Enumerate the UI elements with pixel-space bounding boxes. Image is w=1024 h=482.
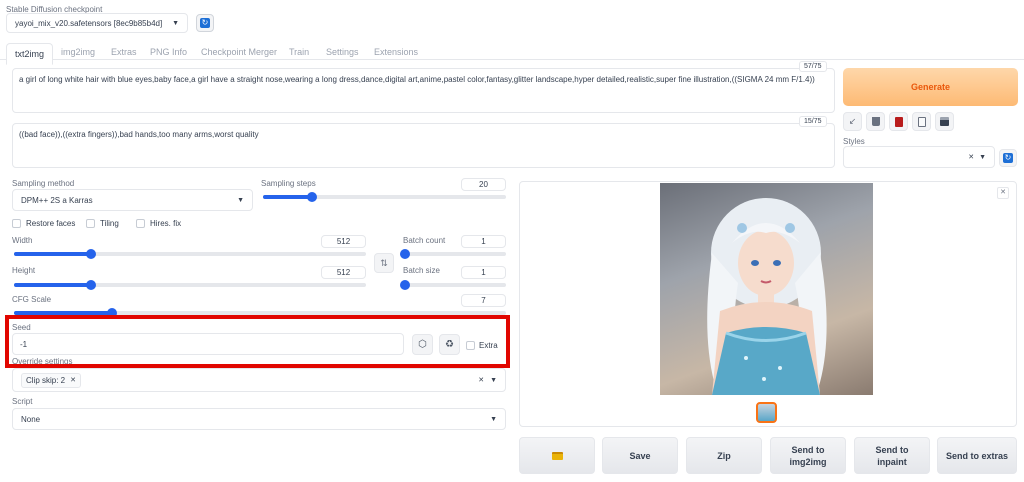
floppy-disk-icon <box>940 117 949 126</box>
override-settings-select[interactable]: Clip skip: 2 ✕ ✕ ▼ <box>12 368 506 392</box>
negative-prompt-text: ((bad face)),((extra fingers)),bad hands… <box>19 130 259 139</box>
batch-count-input[interactable]: 1 <box>461 235 506 248</box>
send-to-img2img-button[interactable]: Send to img2img <box>770 437 846 474</box>
chevron-down-icon: ▼ <box>490 376 497 384</box>
script-label: Script <box>12 397 33 406</box>
slider-thumb[interactable] <box>86 280 97 290</box>
batch-count-label: Batch count <box>403 236 446 245</box>
tab-txt2img[interactable]: txt2img <box>6 43 54 65</box>
swap-icon: ⇅ <box>380 257 388 268</box>
cfg-scale-input[interactable]: 7 <box>461 294 506 307</box>
sampling-steps-label: Sampling steps <box>261 179 316 188</box>
prompt-token-counter: 57/75 <box>799 61 827 72</box>
close-icon[interactable]: ✕ <box>997 187 1009 199</box>
chevron-down-icon: ▼ <box>237 196 244 204</box>
clear-x-icon: ✕ <box>968 154 975 161</box>
batch-size-input[interactable]: 1 <box>461 266 506 279</box>
generated-image[interactable] <box>660 183 873 395</box>
restore-faces-checkbox[interactable] <box>12 219 21 228</box>
batch-size-label: Batch size <box>403 266 440 275</box>
sampling-method-select[interactable]: DPM++ 2S a Karras ▼ <box>12 189 253 211</box>
remove-tag-icon[interactable]: ✕ <box>70 376 76 384</box>
trash-icon <box>871 117 880 126</box>
checkpoint-select[interactable]: yayoi_mix_v20.safetensors [8ec9b85b4d] ▼ <box>6 13 188 33</box>
refresh-icon: ↻ <box>1003 153 1013 163</box>
trash-button[interactable] <box>866 112 885 131</box>
tab-extensions[interactable]: Extensions <box>374 47 418 57</box>
picture-card-icon <box>894 116 903 127</box>
checkpoint-value: yayoi_mix_v20.safetensors [8ec9b85b4d] <box>15 18 163 28</box>
swap-dimensions-button[interactable]: ⇅ <box>374 253 394 273</box>
refresh-checkpoint-button[interactable]: ↻ <box>196 14 214 32</box>
tab-png-info[interactable]: PNG Info <box>150 47 187 57</box>
send-to-inpaint-button[interactable]: Send to inpaint <box>854 437 930 474</box>
send-to-extras-button[interactable]: Send to extras <box>937 437 1017 474</box>
tiling-checkbox[interactable] <box>86 219 95 228</box>
negative-prompt-textarea[interactable]: ((bad face)),((extra fingers)),bad hands… <box>12 123 835 168</box>
height-slider[interactable] <box>14 280 366 290</box>
width-slider[interactable] <box>14 249 366 259</box>
extra-networks-button[interactable] <box>889 112 908 131</box>
sampling-steps-slider[interactable] <box>263 192 506 202</box>
save-button[interactable]: Save <box>602 437 678 474</box>
highlight-box <box>5 315 510 368</box>
tab-checkpoint-merger[interactable]: Checkpoint Merger <box>201 47 277 57</box>
slider-thumb[interactable] <box>400 280 410 290</box>
portrait-illustration <box>707 198 827 395</box>
apply-style-button[interactable] <box>912 112 931 131</box>
tab-img2img[interactable]: img2img <box>61 47 95 57</box>
clipboard-icon <box>917 116 926 127</box>
chevron-down-icon: ▼ <box>172 19 179 27</box>
slider-thumb[interactable] <box>306 192 317 202</box>
styles-select[interactable]: ✕ ▼ <box>843 146 995 168</box>
height-label: Height <box>12 266 36 275</box>
negative-prompt-token-counter: 15/75 <box>799 116 827 127</box>
slider-thumb[interactable] <box>86 249 97 259</box>
folder-icon <box>551 451 563 460</box>
tiling-label: Tiling <box>100 219 119 228</box>
arrow-icon: ↙ <box>848 116 857 126</box>
prompt-text: a girl of long white hair with blue eyes… <box>19 75 815 84</box>
height-input[interactable]: 512 <box>321 266 366 279</box>
tab-train[interactable]: Train <box>289 47 309 57</box>
refresh-styles-button[interactable]: ↻ <box>999 149 1017 167</box>
zip-button[interactable]: Zip <box>686 437 762 474</box>
width-input[interactable]: 512 <box>321 235 366 248</box>
gallery-thumbnail[interactable] <box>756 402 777 423</box>
read-params-button[interactable]: ↙ <box>843 112 862 131</box>
tab-settings[interactable]: Settings <box>326 47 359 57</box>
tab-extras[interactable]: Extras <box>111 47 137 57</box>
batch-size-slider[interactable] <box>400 280 506 290</box>
refresh-icon: ↻ <box>200 18 210 28</box>
sampling-method-value: DPM++ 2S a Karras <box>21 195 93 205</box>
generate-button[interactable]: Generate <box>843 68 1018 106</box>
script-select[interactable]: None ▼ <box>12 408 506 430</box>
hires-fix-label: Hires. fix <box>150 219 182 228</box>
script-value: None <box>21 414 41 424</box>
chevron-down-icon: ▼ <box>490 415 497 423</box>
width-label: Width <box>12 236 33 245</box>
hires-fix-checkbox[interactable] <box>136 219 145 228</box>
open-folder-button[interactable] <box>519 437 595 474</box>
batch-count-slider[interactable] <box>400 249 506 259</box>
override-tag-label: Clip skip: 2 <box>26 375 66 385</box>
styles-label: Styles <box>843 137 865 146</box>
slider-thumb[interactable] <box>400 249 410 259</box>
restore-faces-label: Restore faces <box>26 219 76 228</box>
sampling-steps-input[interactable]: 20 <box>461 178 506 191</box>
cfg-scale-label: CFG Scale <box>12 295 52 304</box>
override-tag[interactable]: Clip skip: 2 ✕ <box>21 372 81 388</box>
save-style-button[interactable] <box>935 112 954 131</box>
prompt-textarea[interactable]: a girl of long white hair with blue eyes… <box>12 68 835 113</box>
clear-x-icon[interactable]: ✕ <box>478 376 484 384</box>
sampling-method-label: Sampling method <box>12 179 75 188</box>
chevron-down-icon: ▼ <box>979 153 986 161</box>
